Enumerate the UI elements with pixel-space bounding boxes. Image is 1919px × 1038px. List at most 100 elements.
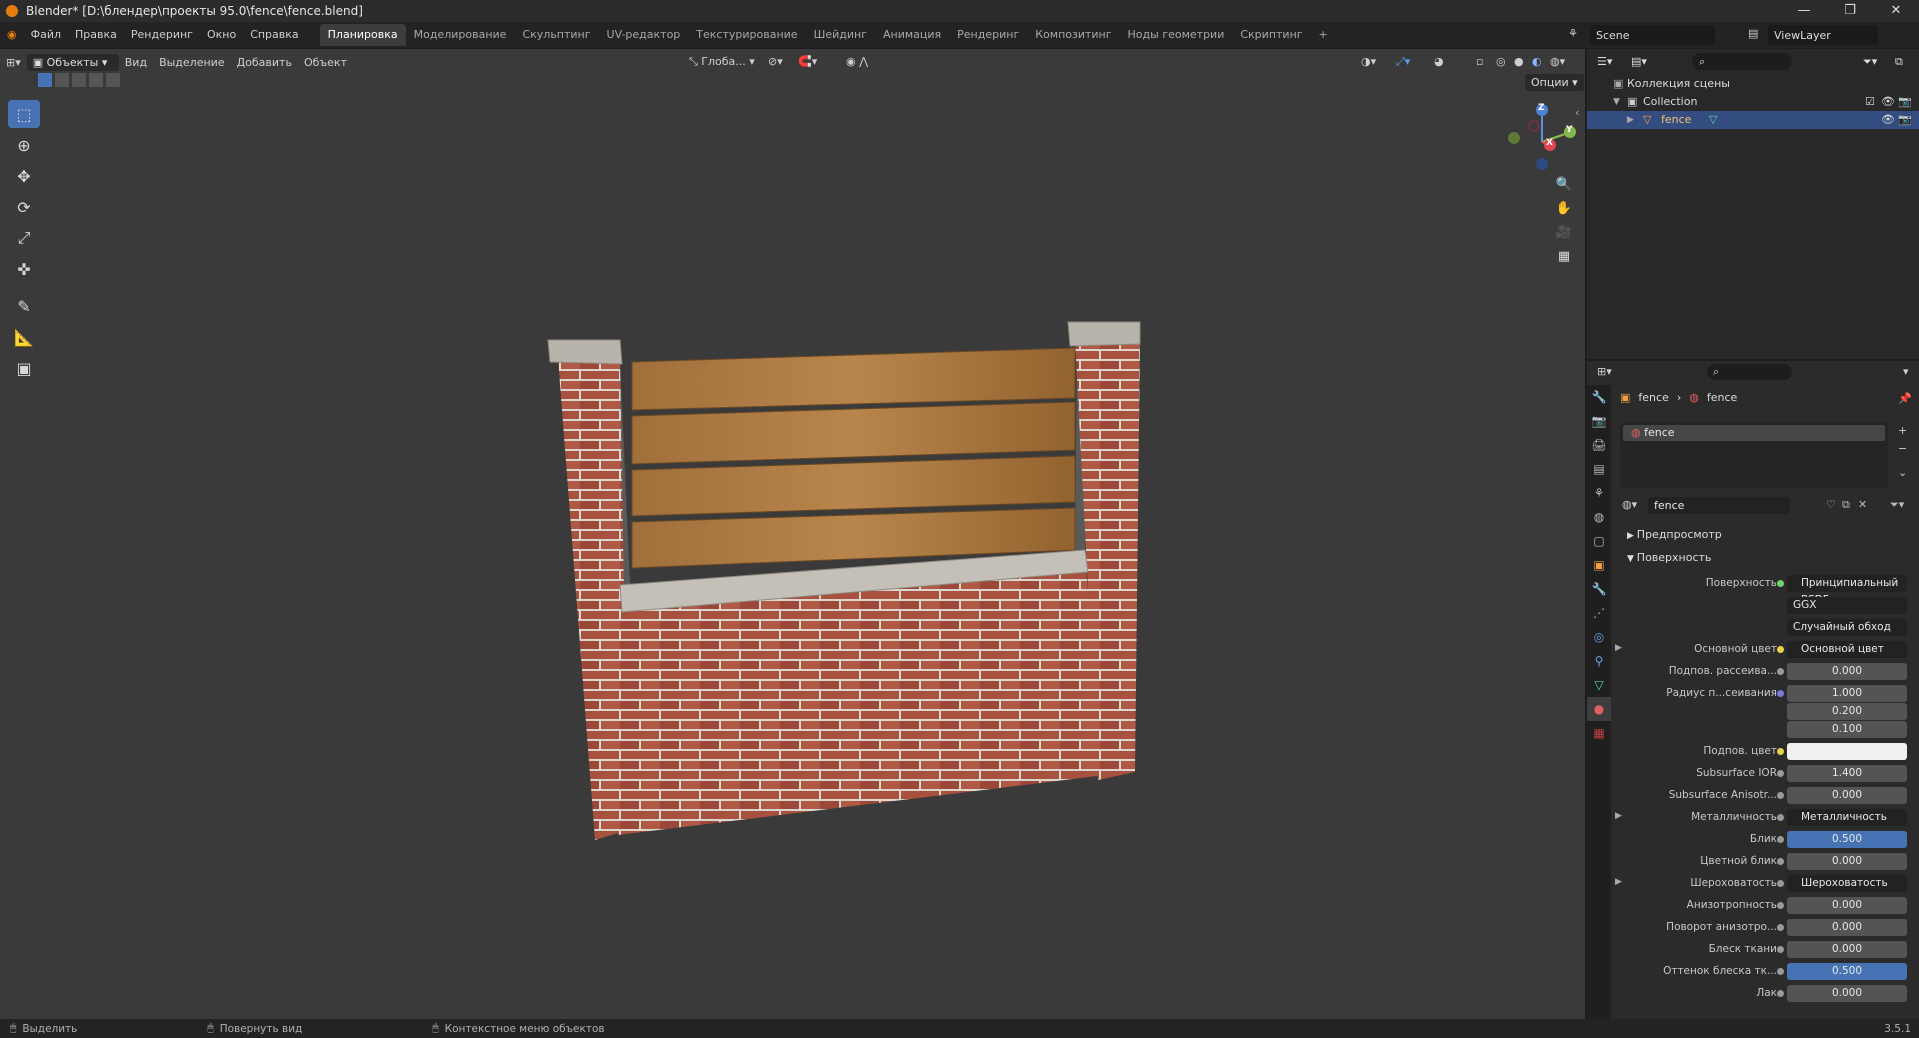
- property-field[interactable]: 0.000: [1787, 941, 1907, 958]
- collection-checkbox-icon[interactable]: ☑: [1865, 93, 1875, 111]
- constraints-tab-icon[interactable]: ⚲: [1587, 649, 1611, 673]
- scene-tab-icon[interactable]: ⚘: [1587, 481, 1611, 505]
- tab-animation[interactable]: Анимация: [875, 24, 949, 46]
- socket-dot-icon[interactable]: [1777, 968, 1784, 975]
- panel-preview[interactable]: ▶ Предпросмотр: [1627, 528, 1722, 541]
- socket-dot-icon[interactable]: [1777, 990, 1784, 997]
- outliner-editor-icon[interactable]: ☰▾: [1597, 49, 1612, 75]
- menu-view[interactable]: Вид: [119, 56, 153, 69]
- add-cube-tool-icon[interactable]: ▣: [8, 354, 40, 382]
- collection-visibility-eye-icon[interactable]: 👁: [1881, 93, 1895, 111]
- unlink-material-icon[interactable]: ✕: [1858, 498, 1867, 511]
- socket-dot-icon[interactable]: [1777, 792, 1784, 799]
- tab-layout[interactable]: Планировка: [319, 24, 406, 46]
- socket-dot-icon[interactable]: [1777, 946, 1784, 953]
- material-tab-icon[interactable]: ●: [1587, 697, 1611, 721]
- physics-tab-icon[interactable]: ◎: [1587, 625, 1611, 649]
- select-subtract-icon[interactable]: [72, 73, 86, 87]
- properties-editor-icon[interactable]: ⊞▾: [1597, 365, 1612, 378]
- outliner-row-scene-collection[interactable]: ▣ Коллекция сцены: [1587, 75, 1919, 93]
- property-field[interactable]: 0.000: [1787, 919, 1907, 936]
- outliner-row-fence[interactable]: ▶ ▽ fence ▽ 👁 📷: [1587, 111, 1919, 129]
- visibility-icon[interactable]: ◑▾: [1355, 55, 1382, 68]
- menu-render[interactable]: Рендеринг: [124, 22, 200, 48]
- object-tab-icon[interactable]: ▣: [1587, 553, 1611, 577]
- socket-dot-icon[interactable]: [1777, 748, 1784, 755]
- menu-help[interactable]: Справка: [243, 22, 305, 48]
- data-tab-icon[interactable]: ▽: [1587, 673, 1611, 697]
- property-field[interactable]: Основной цвет: [1787, 641, 1907, 658]
- duplicate-material-icon[interactable]: ⧉: [1842, 498, 1850, 512]
- world-tab-icon[interactable]: ◍: [1587, 505, 1611, 529]
- tab-scripting[interactable]: Скриптинг: [1232, 24, 1310, 46]
- tool-tab-icon[interactable]: 🔧: [1587, 385, 1611, 409]
- measure-tool-icon[interactable]: 📐: [8, 323, 40, 351]
- pivot-icon[interactable]: ⊘▾: [762, 55, 789, 68]
- outliner-search-input[interactable]: [1692, 53, 1792, 70]
- socket-dot-icon[interactable]: [1777, 646, 1784, 653]
- property-field[interactable]: 0.000: [1787, 663, 1907, 680]
- proportional-edit-icon[interactable]: ◉ ⋀: [840, 55, 874, 68]
- property-field[interactable]: 0.100: [1787, 721, 1907, 738]
- property-field[interactable]: 0.000: [1787, 897, 1907, 914]
- select-new-icon[interactable]: [38, 73, 52, 87]
- fake-user-icon[interactable]: ♡: [1826, 498, 1836, 511]
- socket-dot-icon[interactable]: [1777, 836, 1784, 843]
- property-field[interactable]: 0.000: [1787, 985, 1907, 1002]
- tab-shading[interactable]: Шейдинг: [806, 24, 875, 46]
- options-button[interactable]: Опции ▾: [1525, 74, 1584, 91]
- expand-arrow-icon[interactable]: ▶: [1627, 111, 1634, 129]
- tab-rendering[interactable]: Рендеринг: [949, 24, 1027, 46]
- property-field[interactable]: [1787, 743, 1907, 760]
- browse-material-icon[interactable]: ◍▾: [1622, 498, 1637, 511]
- perspective-grid-icon[interactable]: ▦: [1552, 244, 1576, 268]
- menu-edit[interactable]: Правка: [68, 22, 124, 48]
- scale-tool-icon[interactable]: ⤢: [8, 224, 40, 252]
- mesh-data-icon[interactable]: ▽: [1709, 111, 1717, 129]
- panel-menu-icon[interactable]: ▾: [1903, 365, 1909, 378]
- socket-dot-icon[interactable]: [1777, 880, 1784, 887]
- object-render-camera-icon[interactable]: 📷: [1898, 111, 1912, 129]
- modifier-tab-icon[interactable]: 🔧: [1587, 577, 1611, 601]
- viewlayer-selector[interactable]: ViewLayer: [1768, 25, 1878, 45]
- rendered-shading-icon[interactable]: ◍▾: [1544, 55, 1571, 68]
- particles-tab-icon[interactable]: ⋰: [1587, 601, 1611, 625]
- socket-dot-icon[interactable]: [1777, 668, 1784, 675]
- properties-search-input[interactable]: [1707, 364, 1792, 380]
- property-field[interactable]: 0.000: [1787, 787, 1907, 804]
- menu-window[interactable]: Окно: [200, 22, 243, 48]
- tab-compositing[interactable]: Композитинг: [1027, 24, 1119, 46]
- select-extend-icon[interactable]: [55, 73, 69, 87]
- expand-arrow-icon[interactable]: ▼: [1613, 93, 1620, 111]
- fence-3d-model[interactable]: [540, 310, 1170, 850]
- maximize-button[interactable]: ❐: [1827, 0, 1873, 22]
- view-layer-tab-icon[interactable]: ▤: [1587, 457, 1611, 481]
- collection-render-camera-icon[interactable]: 📷: [1898, 93, 1912, 111]
- close-button[interactable]: ✕: [1873, 0, 1919, 22]
- tab-uv-editing[interactable]: UV-редактор: [599, 24, 689, 46]
- cursor-tool-icon[interactable]: ⊕: [8, 131, 40, 159]
- render-tab-icon[interactable]: 📷: [1587, 409, 1611, 433]
- slot-menu-button[interactable]: ⌄: [1898, 466, 1907, 479]
- pan-hand-icon[interactable]: ✋: [1552, 196, 1576, 220]
- add-workspace-button[interactable]: +: [1311, 24, 1336, 46]
- texture-tab-icon[interactable]: ▦: [1587, 721, 1611, 745]
- property-field[interactable]: 1.400: [1787, 765, 1907, 782]
- expand-arrow-icon[interactable]: ▶: [1615, 877, 1622, 887]
- snap-icon[interactable]: 🧲▾: [792, 55, 823, 68]
- material-slot-list[interactable]: ◍ fence: [1620, 422, 1888, 488]
- socket-dot-icon[interactable]: [1777, 690, 1784, 697]
- filter-icon[interactable]: ⏷▾: [1863, 49, 1877, 75]
- property-field[interactable]: Металличность: [1787, 809, 1907, 826]
- mode-selector[interactable]: ▣ Объекты ▾: [26, 53, 119, 71]
- menu-add[interactable]: Добавить: [231, 56, 298, 69]
- select-intersect-icon[interactable]: [106, 73, 120, 87]
- tab-geometry-nodes[interactable]: Ноды геометрии: [1120, 24, 1233, 46]
- new-collection-icon[interactable]: ⧉: [1895, 49, 1903, 75]
- socket-dot-icon[interactable]: [1777, 814, 1784, 821]
- minimize-button[interactable]: —: [1781, 0, 1827, 22]
- pin-icon[interactable]: 📌: [1898, 392, 1912, 405]
- outliner-row-collection[interactable]: ▼ ▣ Collection ☑ 👁 📷: [1587, 93, 1919, 111]
- output-tab-icon[interactable]: 🖨: [1587, 433, 1611, 457]
- display-mode-icon[interactable]: ▤▾: [1631, 49, 1647, 75]
